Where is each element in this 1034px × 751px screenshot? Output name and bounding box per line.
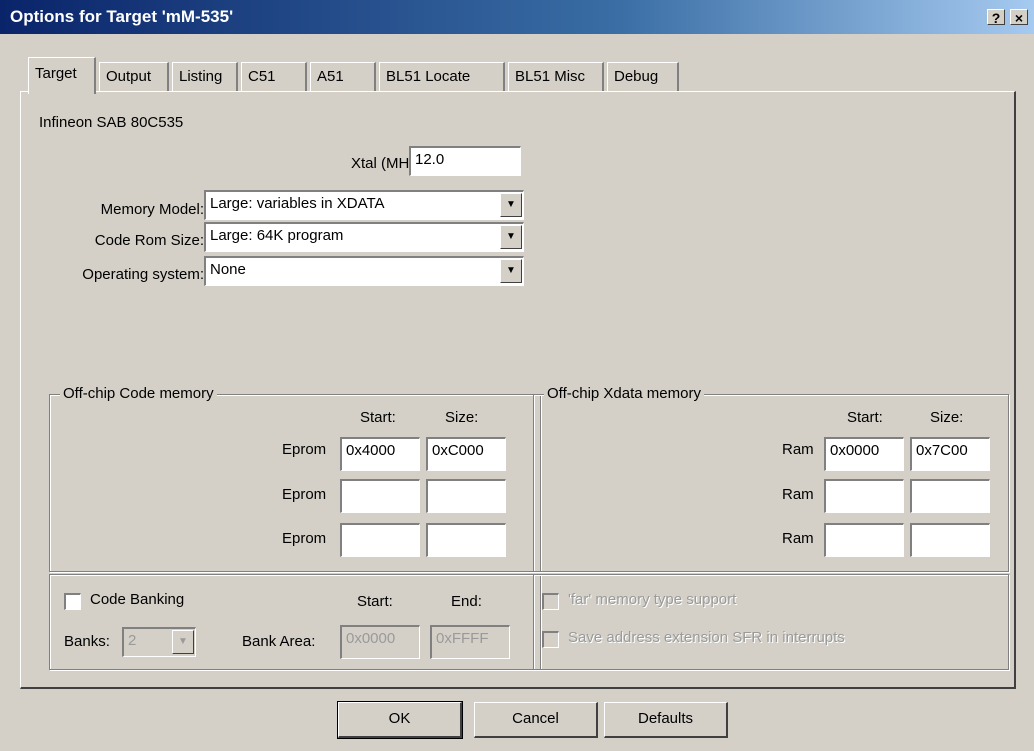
ram-label: Ram xyxy=(782,486,814,503)
chevron-down-icon[interactable]: ▼ xyxy=(500,225,522,249)
help-button[interactable]: ? xyxy=(987,9,1005,26)
defaults-button[interactable]: Defaults xyxy=(604,702,728,738)
code-memory-group: Off-chip Code memory Start: Size: Eprom … xyxy=(49,385,541,572)
ram-start-input[interactable] xyxy=(824,523,904,557)
ram-size-input[interactable]: 0x7C00 xyxy=(910,437,990,471)
memory-model-select[interactable]: Large: variables in XDATA ▼ xyxy=(204,190,524,220)
chevron-down-icon[interactable]: ▼ xyxy=(172,630,194,654)
title-bar: Options for Target 'mM-535' ? × xyxy=(0,0,1034,34)
eprom-label: Eprom xyxy=(282,486,327,503)
target-tab-panel: Infineon SAB 80C535 Xtal (MHz): 12.0 Mem… xyxy=(20,91,1016,689)
save-sfr-checkbox[interactable] xyxy=(542,631,559,648)
code-memory-legend: Off-chip Code memory xyxy=(60,385,217,402)
close-button[interactable]: × xyxy=(1010,9,1028,26)
memory-model-label: Memory Model: xyxy=(100,201,204,218)
eprom-size-input[interactable] xyxy=(426,523,506,557)
code-start-header: Start: xyxy=(360,409,396,426)
device-name: Infineon SAB 80C535 xyxy=(39,114,184,131)
xdata-size-header: Size: xyxy=(930,409,964,426)
tab-target[interactable]: Target xyxy=(28,57,96,94)
code-banking-checkbox[interactable] xyxy=(64,593,81,610)
os-label: Operating system: xyxy=(82,266,204,283)
ram-label: Ram xyxy=(782,530,814,547)
bank-area-label: Bank Area: xyxy=(242,633,316,650)
banks-select[interactable]: 2 ▼ xyxy=(122,627,196,657)
window-title: Options for Target 'mM-535' xyxy=(10,7,234,26)
tab-c51[interactable]: C51 xyxy=(241,62,307,92)
eprom-start-input[interactable] xyxy=(340,479,420,513)
xtal-label: Xtal (MHz): xyxy=(351,155,426,172)
banks-label: Banks: xyxy=(64,633,110,650)
ram-start-input[interactable] xyxy=(824,479,904,513)
os-select[interactable]: None ▼ xyxy=(204,256,524,286)
xdata-memory-group: Off-chip Xdata memory Start: Size: Ram 0… xyxy=(533,385,1009,572)
tab-output[interactable]: Output xyxy=(99,62,169,92)
xtal-input[interactable]: 12.0 xyxy=(409,146,521,176)
code-rom-value: Large: 64K program xyxy=(210,227,344,244)
memory-model-value: Large: variables in XDATA xyxy=(210,195,385,212)
far-options-group: 'far' memory type support Save address e… xyxy=(533,574,1009,670)
xdata-start-header: Start: xyxy=(847,409,883,426)
bank-end-header: End: xyxy=(451,593,482,610)
code-banking-label: Code Banking xyxy=(90,591,185,608)
eprom-size-input[interactable]: 0xC000 xyxy=(426,437,506,471)
eprom-start-input[interactable] xyxy=(340,523,420,557)
eprom-label: Eprom xyxy=(282,441,327,458)
ram-label: Ram xyxy=(782,441,814,458)
eprom-start-input[interactable]: 0x4000 xyxy=(340,437,420,471)
far-memory-label: 'far' memory type support xyxy=(568,591,737,608)
tab-bl51-locate[interactable]: BL51 Locate xyxy=(379,62,505,92)
bank-end-input[interactable]: 0xFFFF xyxy=(430,625,510,659)
ram-size-input[interactable] xyxy=(910,479,990,513)
ok-button[interactable]: OK xyxy=(337,701,463,739)
bank-start-input[interactable]: 0x0000 xyxy=(340,625,420,659)
chevron-down-icon[interactable]: ▼ xyxy=(500,259,522,283)
far-memory-checkbox[interactable] xyxy=(542,593,559,610)
banks-value: 2 xyxy=(128,632,137,649)
code-banking-group: Code Banking Start: End: Banks: 2 ▼ Bank… xyxy=(49,574,541,670)
os-value: None xyxy=(210,261,246,278)
chevron-down-icon[interactable]: ▼ xyxy=(500,193,522,217)
tab-a51[interactable]: A51 xyxy=(310,62,376,92)
save-sfr-label: Save address extension SFR in interrupts xyxy=(568,629,845,646)
tab-listing[interactable]: Listing xyxy=(172,62,238,92)
eprom-size-input[interactable] xyxy=(426,479,506,513)
ram-start-input[interactable]: 0x0000 xyxy=(824,437,904,471)
tab-debug[interactable]: Debug xyxy=(607,62,679,92)
xdata-memory-legend: Off-chip Xdata memory xyxy=(544,385,704,402)
code-rom-select[interactable]: Large: 64K program ▼ xyxy=(204,222,524,252)
cancel-button[interactable]: Cancel xyxy=(474,702,598,738)
ram-size-input[interactable] xyxy=(910,523,990,557)
code-size-header: Size: xyxy=(445,409,479,426)
code-rom-label: Code Rom Size: xyxy=(94,232,204,249)
bank-start-header: Start: xyxy=(357,593,393,610)
tab-bl51-misc[interactable]: BL51 Misc xyxy=(508,62,604,92)
eprom-label: Eprom xyxy=(282,530,327,547)
